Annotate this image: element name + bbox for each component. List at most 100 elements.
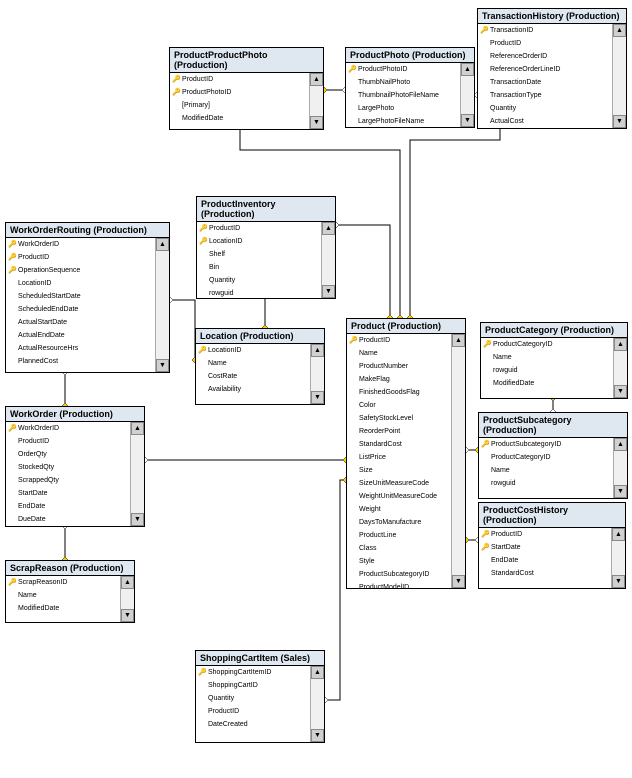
scroll-up-icon[interactable]: ▲ — [461, 63, 474, 76]
scroll-up-icon[interactable]: ▲ — [121, 576, 134, 589]
table-header[interactable]: ScrapReason (Production) — [6, 561, 134, 576]
table-work-order[interactable]: WorkOrder (Production)WorkOrderIDProduct… — [5, 406, 145, 527]
scrollbar[interactable]: ▲▼ — [155, 238, 169, 372]
column-row[interactable]: StartDate — [479, 541, 611, 554]
column-row[interactable]: ModifiedDate — [481, 377, 613, 390]
scroll-down-icon[interactable]: ▼ — [614, 485, 627, 498]
column-row[interactable]: EndDate — [479, 554, 611, 567]
column-row[interactable]: WeightUnitMeasureCode — [347, 490, 451, 503]
column-row[interactable]: ModifiedDate — [6, 602, 120, 615]
column-row[interactable]: LargePhoto — [346, 102, 460, 115]
column-row[interactable]: FinishedGoodsFlag — [347, 386, 451, 399]
column-row[interactable]: TransactionID — [478, 24, 612, 37]
scroll-down-icon[interactable]: ▼ — [613, 115, 626, 128]
column-row[interactable]: Quantity — [478, 102, 612, 115]
scrollbar[interactable]: ▲▼ — [321, 222, 335, 298]
column-row[interactable]: Class — [347, 542, 451, 555]
table-header[interactable]: ProductSubcategory (Production) — [479, 413, 627, 438]
column-row[interactable]: Name — [196, 357, 310, 370]
table-shopping-cart-item[interactable]: ShoppingCartItem (Sales)ShoppingCartItem… — [195, 650, 325, 743]
column-row[interactable]: StandardCost — [479, 567, 611, 580]
column-row[interactable]: ModifiedDate — [170, 112, 309, 125]
table-header[interactable]: TransactionHistory (Production) — [478, 9, 626, 24]
column-row[interactable]: ScrapReasonID — [6, 576, 120, 589]
column-row[interactable]: OperationSequence — [6, 264, 155, 277]
scrollbar[interactable]: ▲▼ — [613, 438, 627, 498]
relationship-connector[interactable] — [170, 300, 195, 360]
column-row[interactable]: Name — [6, 589, 120, 602]
column-row[interactable]: StartDate — [6, 487, 130, 500]
scroll-track[interactable] — [614, 451, 627, 485]
scroll-up-icon[interactable]: ▲ — [311, 666, 324, 679]
table-header[interactable]: ProductCostHistory (Production) — [479, 503, 625, 528]
column-row[interactable]: Name — [479, 464, 613, 477]
scroll-track[interactable] — [612, 541, 625, 575]
column-row[interactable]: EndDate — [6, 500, 130, 513]
column-row[interactable]: MakeFlag — [347, 373, 451, 386]
scrollbar[interactable]: ▲▼ — [611, 528, 625, 588]
column-row[interactable]: CostRate — [196, 370, 310, 383]
table-header[interactable]: WorkOrderRouting (Production) — [6, 223, 169, 238]
column-row[interactable]: ReorderPoint — [347, 425, 451, 438]
scroll-down-icon[interactable]: ▼ — [461, 114, 474, 127]
column-row[interactable]: ReferenceOrderLineID — [478, 63, 612, 76]
column-row[interactable]: Name — [347, 347, 451, 360]
column-row[interactable]: rowguid — [479, 477, 613, 490]
column-row[interactable]: LocationID — [6, 277, 155, 290]
column-row[interactable]: ActualEndDate — [6, 329, 155, 342]
scroll-down-icon[interactable]: ▼ — [310, 116, 323, 129]
column-row[interactable]: ShoppingCartItemID — [196, 666, 310, 679]
diagram-canvas[interactable]: TransactionHistory (Production)Transacti… — [0, 0, 632, 778]
scroll-track[interactable] — [310, 86, 323, 116]
column-row[interactable]: [Primary] — [170, 99, 309, 112]
column-row[interactable]: Quantity — [196, 692, 310, 705]
column-row[interactable]: ProductID — [170, 73, 309, 86]
scroll-down-icon[interactable]: ▼ — [311, 729, 324, 742]
column-row[interactable]: DaysToManufacture — [347, 516, 451, 529]
scroll-track[interactable] — [613, 37, 626, 115]
column-row[interactable]: ProductPhotoID — [346, 63, 460, 76]
column-row[interactable]: Name — [481, 351, 613, 364]
scroll-track[interactable] — [311, 357, 324, 391]
scroll-up-icon[interactable]: ▲ — [612, 528, 625, 541]
column-row[interactable]: ScheduledStartDate — [6, 290, 155, 303]
column-row[interactable]: ProductNumber — [347, 360, 451, 373]
column-row[interactable]: ProductID — [197, 222, 321, 235]
scrollbar[interactable]: ▲▼ — [612, 24, 626, 128]
column-row[interactable]: ReferenceOrderID — [478, 50, 612, 63]
column-row[interactable]: rowguid — [197, 287, 321, 298]
scroll-down-icon[interactable]: ▼ — [612, 575, 625, 588]
column-row[interactable]: ListPrice — [347, 451, 451, 464]
column-row[interactable]: ProductID — [478, 37, 612, 50]
scrollbar[interactable]: ▲▼ — [460, 63, 474, 127]
table-location[interactable]: Location (Production)LocationIDNameCostR… — [195, 328, 325, 405]
table-product-product-photo[interactable]: ProductProductPhoto (Production)ProductI… — [169, 47, 324, 130]
scroll-track[interactable] — [461, 76, 474, 114]
scroll-track[interactable] — [311, 679, 324, 729]
column-row[interactable]: rowguid — [481, 364, 613, 377]
table-product-category[interactable]: ProductCategory (Production)ProductCateg… — [480, 322, 628, 399]
scroll-track[interactable] — [121, 589, 134, 609]
table-header[interactable]: ProductInventory (Production) — [197, 197, 335, 222]
column-row[interactable]: Shelf — [197, 248, 321, 261]
scroll-up-icon[interactable]: ▲ — [452, 334, 465, 347]
table-transaction-history[interactable]: TransactionHistory (Production)Transacti… — [477, 8, 627, 129]
scroll-track[interactable] — [452, 347, 465, 575]
column-row[interactable]: TransactionType — [478, 89, 612, 102]
column-row[interactable]: ProductSubcategoryID — [347, 568, 451, 581]
scroll-track[interactable] — [131, 435, 144, 513]
column-row[interactable]: PlannedCost — [6, 355, 155, 368]
column-row[interactable]: ActualResourceHrs — [6, 342, 155, 355]
column-row[interactable]: ProductID — [479, 528, 611, 541]
scrollbar[interactable]: ▲▼ — [309, 73, 323, 129]
scroll-up-icon[interactable]: ▲ — [311, 344, 324, 357]
column-row[interactable]: Bin — [197, 261, 321, 274]
scroll-up-icon[interactable]: ▲ — [310, 73, 323, 86]
column-row[interactable]: ThumbnailPhotoFileName — [346, 89, 460, 102]
scroll-track[interactable] — [156, 251, 169, 359]
scrollbar[interactable]: ▲▼ — [310, 666, 324, 742]
column-row[interactable]: ActualCost — [478, 115, 612, 128]
column-row[interactable]: SizeUnitMeasureCode — [347, 477, 451, 490]
table-header[interactable]: ProductProductPhoto (Production) — [170, 48, 323, 73]
table-header[interactable]: Product (Production) — [347, 319, 465, 334]
